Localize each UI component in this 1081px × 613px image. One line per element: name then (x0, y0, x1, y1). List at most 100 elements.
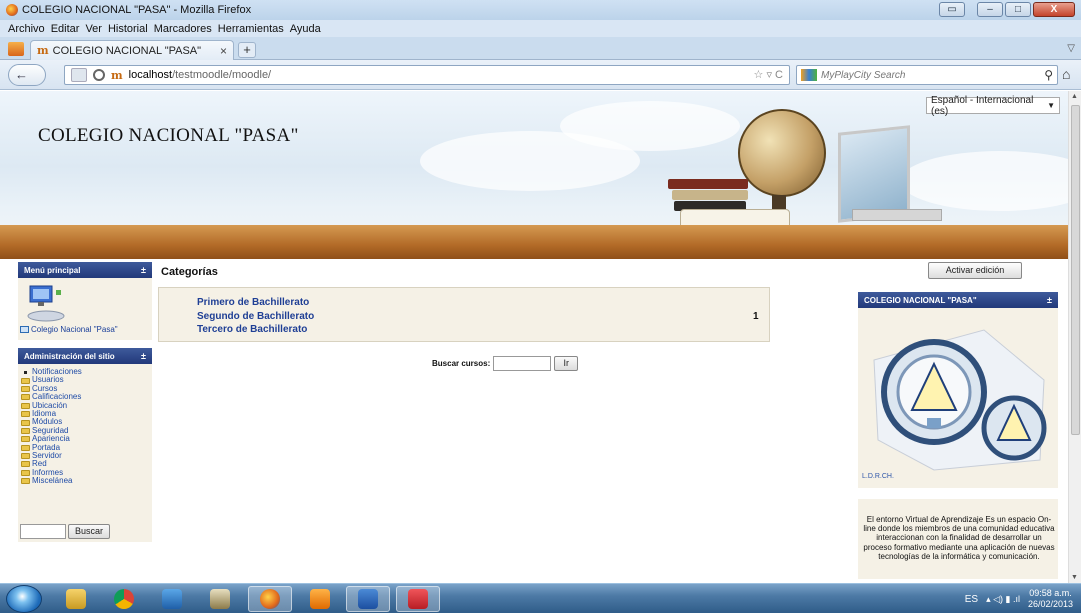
course-search-button[interactable]: Ir (554, 356, 579, 371)
app-menu-icon[interactable] (8, 42, 24, 56)
search-bar[interactable]: MyPlayCity Search ⚲ (796, 65, 1058, 85)
category-link[interactable]: Segundo de Bachillerato (197, 310, 314, 324)
page-scrollbar[interactable]: ▲ ▼ (1068, 91, 1081, 583)
clock[interactable]: 09:58 a.m. 26/02/2013 (1028, 588, 1073, 610)
system-tray: ES ▴ ◁) ▮ .ıl 09:58 a.m. 26/02/2013 (965, 584, 1073, 613)
scroll-up-icon[interactable]: ▲ (1071, 93, 1078, 100)
restore-small-button[interactable]: ▭ (939, 2, 965, 17)
search-icon[interactable]: ⚲ (1044, 68, 1053, 82)
back-button[interactable]: ← (8, 64, 46, 86)
site-admin-title: Administración del sitio (24, 351, 115, 361)
taskbar-chrome[interactable] (102, 586, 146, 612)
cloud-decoration (560, 101, 740, 151)
maximize-button[interactable]: □ (1005, 2, 1031, 17)
main-menu-header: Menú principal ± (18, 262, 152, 278)
window-controls: ▭ – □ X (939, 2, 1075, 17)
moodle-favicon-icon: m (37, 44, 49, 57)
clock-date: 26/02/2013 (1027, 599, 1073, 609)
window-titlebar: COLEGIO NACIONAL "PASA" - Mozilla Firefo… (0, 0, 1081, 20)
taskbar-word[interactable] (346, 586, 390, 612)
activate-editing-button[interactable]: Activar edición (928, 262, 1022, 279)
school-block-toggle-icon[interactable]: ± (1047, 295, 1052, 305)
laptop-base-image (852, 209, 942, 221)
admin-search-button[interactable]: Buscar (68, 524, 110, 539)
scroll-down-icon[interactable]: ▼ (1071, 574, 1078, 581)
taskbar-explorer[interactable] (54, 586, 98, 612)
taskbar-media[interactable] (298, 586, 342, 612)
info-text: El entorno Virtual de Aprendizaje Es un … (863, 515, 1055, 561)
bookmark-reload-icons[interactable]: ☆ ▿ C (754, 68, 783, 81)
tab-list-chevron-icon[interactable]: ▽ (1067, 43, 1075, 54)
scrollbar-thumb[interactable] (1071, 105, 1080, 435)
folder-icon (21, 444, 30, 451)
site-identity-icon[interactable] (71, 68, 87, 82)
menu-marcadores[interactable]: Marcadores (154, 23, 212, 35)
home-icon[interactable]: ⌂ (1062, 66, 1078, 84)
tray-icons[interactable]: ▴ ◁) ▮ .ıl (986, 594, 1020, 605)
search-engine-icon[interactable] (801, 69, 817, 81)
main-menu-block: Menú principal ± Colegio Nacional "Pasa" (18, 262, 152, 340)
url-host: localhost (128, 69, 173, 81)
category-link[interactable]: Tercero de Bachillerato (197, 323, 314, 337)
folder-icon (21, 411, 30, 418)
folder-icon (21, 419, 30, 426)
category-link[interactable]: Primero de Bachillerato (197, 296, 314, 310)
menu-editar[interactable]: Editar (51, 23, 80, 35)
start-button[interactable] (6, 585, 42, 613)
chrome-icon (114, 589, 134, 609)
category-list: Primero de Bachillerato Segundo de Bachi… (197, 296, 314, 337)
menu-ver[interactable]: Ver (85, 23, 102, 35)
close-button[interactable]: X (1033, 2, 1075, 17)
paint-icon (210, 589, 230, 609)
admin-search-input[interactable] (20, 524, 66, 539)
key-icon (93, 69, 105, 81)
taskbar-app[interactable] (396, 586, 440, 612)
course-search: Buscar cursos: Ir (432, 356, 579, 371)
course-link[interactable]: Colegio Nacional "Pasa" (20, 325, 118, 334)
windows-taskbar: ES ▴ ◁) ▮ .ıl 09:58 a.m. 26/02/2013 (0, 583, 1081, 613)
cloud-decoration (900, 151, 1068, 211)
taskbar-camera[interactable] (150, 586, 194, 612)
course-link-label: Colegio Nacional "Pasa" (31, 325, 118, 334)
media-player-icon (310, 589, 330, 609)
admin-search: Buscar (20, 524, 110, 539)
course-search-input[interactable] (493, 356, 552, 371)
menu-archivo[interactable]: Archivo (8, 23, 45, 35)
folder-icon (21, 453, 30, 460)
tab-close-icon[interactable]: × (220, 44, 227, 58)
folder-icon (21, 394, 30, 401)
main-menu-toggle-icon[interactable]: ± (141, 265, 146, 275)
course-search-label: Buscar cursos: (432, 359, 491, 368)
new-tab-button[interactable]: + (238, 42, 256, 58)
categories-heading: Categorías (161, 266, 218, 278)
chevron-down-icon: ▼ (1047, 101, 1055, 110)
site-admin-block: Administración del sitio ± Notificacione… (18, 348, 152, 542)
moodle-favicon-icon: m (111, 68, 123, 82)
admin-item-miscelanea[interactable]: Miscelánea (21, 476, 149, 486)
folder-icon (21, 436, 30, 443)
computer-icon (27, 285, 65, 322)
menu-ayuda[interactable]: Ayuda (290, 23, 321, 35)
school-block-title: COLEGIO NACIONAL "PASA" (864, 295, 977, 305)
keyboard-language[interactable]: ES (965, 594, 978, 605)
language-select[interactable]: Español - Internacional (es) ▼ (926, 95, 1060, 117)
tab-bar: m COLEGIO NACIONAL "PASA" × + ▽ (0, 37, 1081, 60)
taskbar-firefox[interactable] (248, 586, 292, 612)
tab-colegio[interactable]: m COLEGIO NACIONAL "PASA" × (30, 40, 234, 60)
school-emblem-image (864, 320, 1052, 472)
categories-box: Primero de Bachillerato Segundo de Bachi… (158, 287, 770, 342)
admin-item-label: Miscelánea (32, 476, 73, 486)
folder-icon (21, 478, 30, 485)
url-bar[interactable]: m localhost/testmoodle/moodle/ ☆ ▿ C (64, 65, 790, 85)
tab-label: COLEGIO NACIONAL "PASA" (52, 44, 202, 57)
site-admin-header: Administración del sitio ± (18, 348, 152, 364)
taskbar-paint[interactable] (198, 586, 242, 612)
url-path: /testmoodle/moodle/ (172, 69, 272, 81)
menu-herramientas[interactable]: Herramientas (218, 23, 284, 35)
url-text[interactable]: localhost/testmoodle/moodle/ (129, 69, 271, 81)
site-admin-toggle-icon[interactable]: ± (141, 351, 146, 361)
menu-historial[interactable]: Historial (108, 23, 148, 35)
minimize-button[interactable]: – (977, 2, 1003, 17)
folder-icon (21, 461, 30, 468)
course-icon (20, 326, 29, 333)
